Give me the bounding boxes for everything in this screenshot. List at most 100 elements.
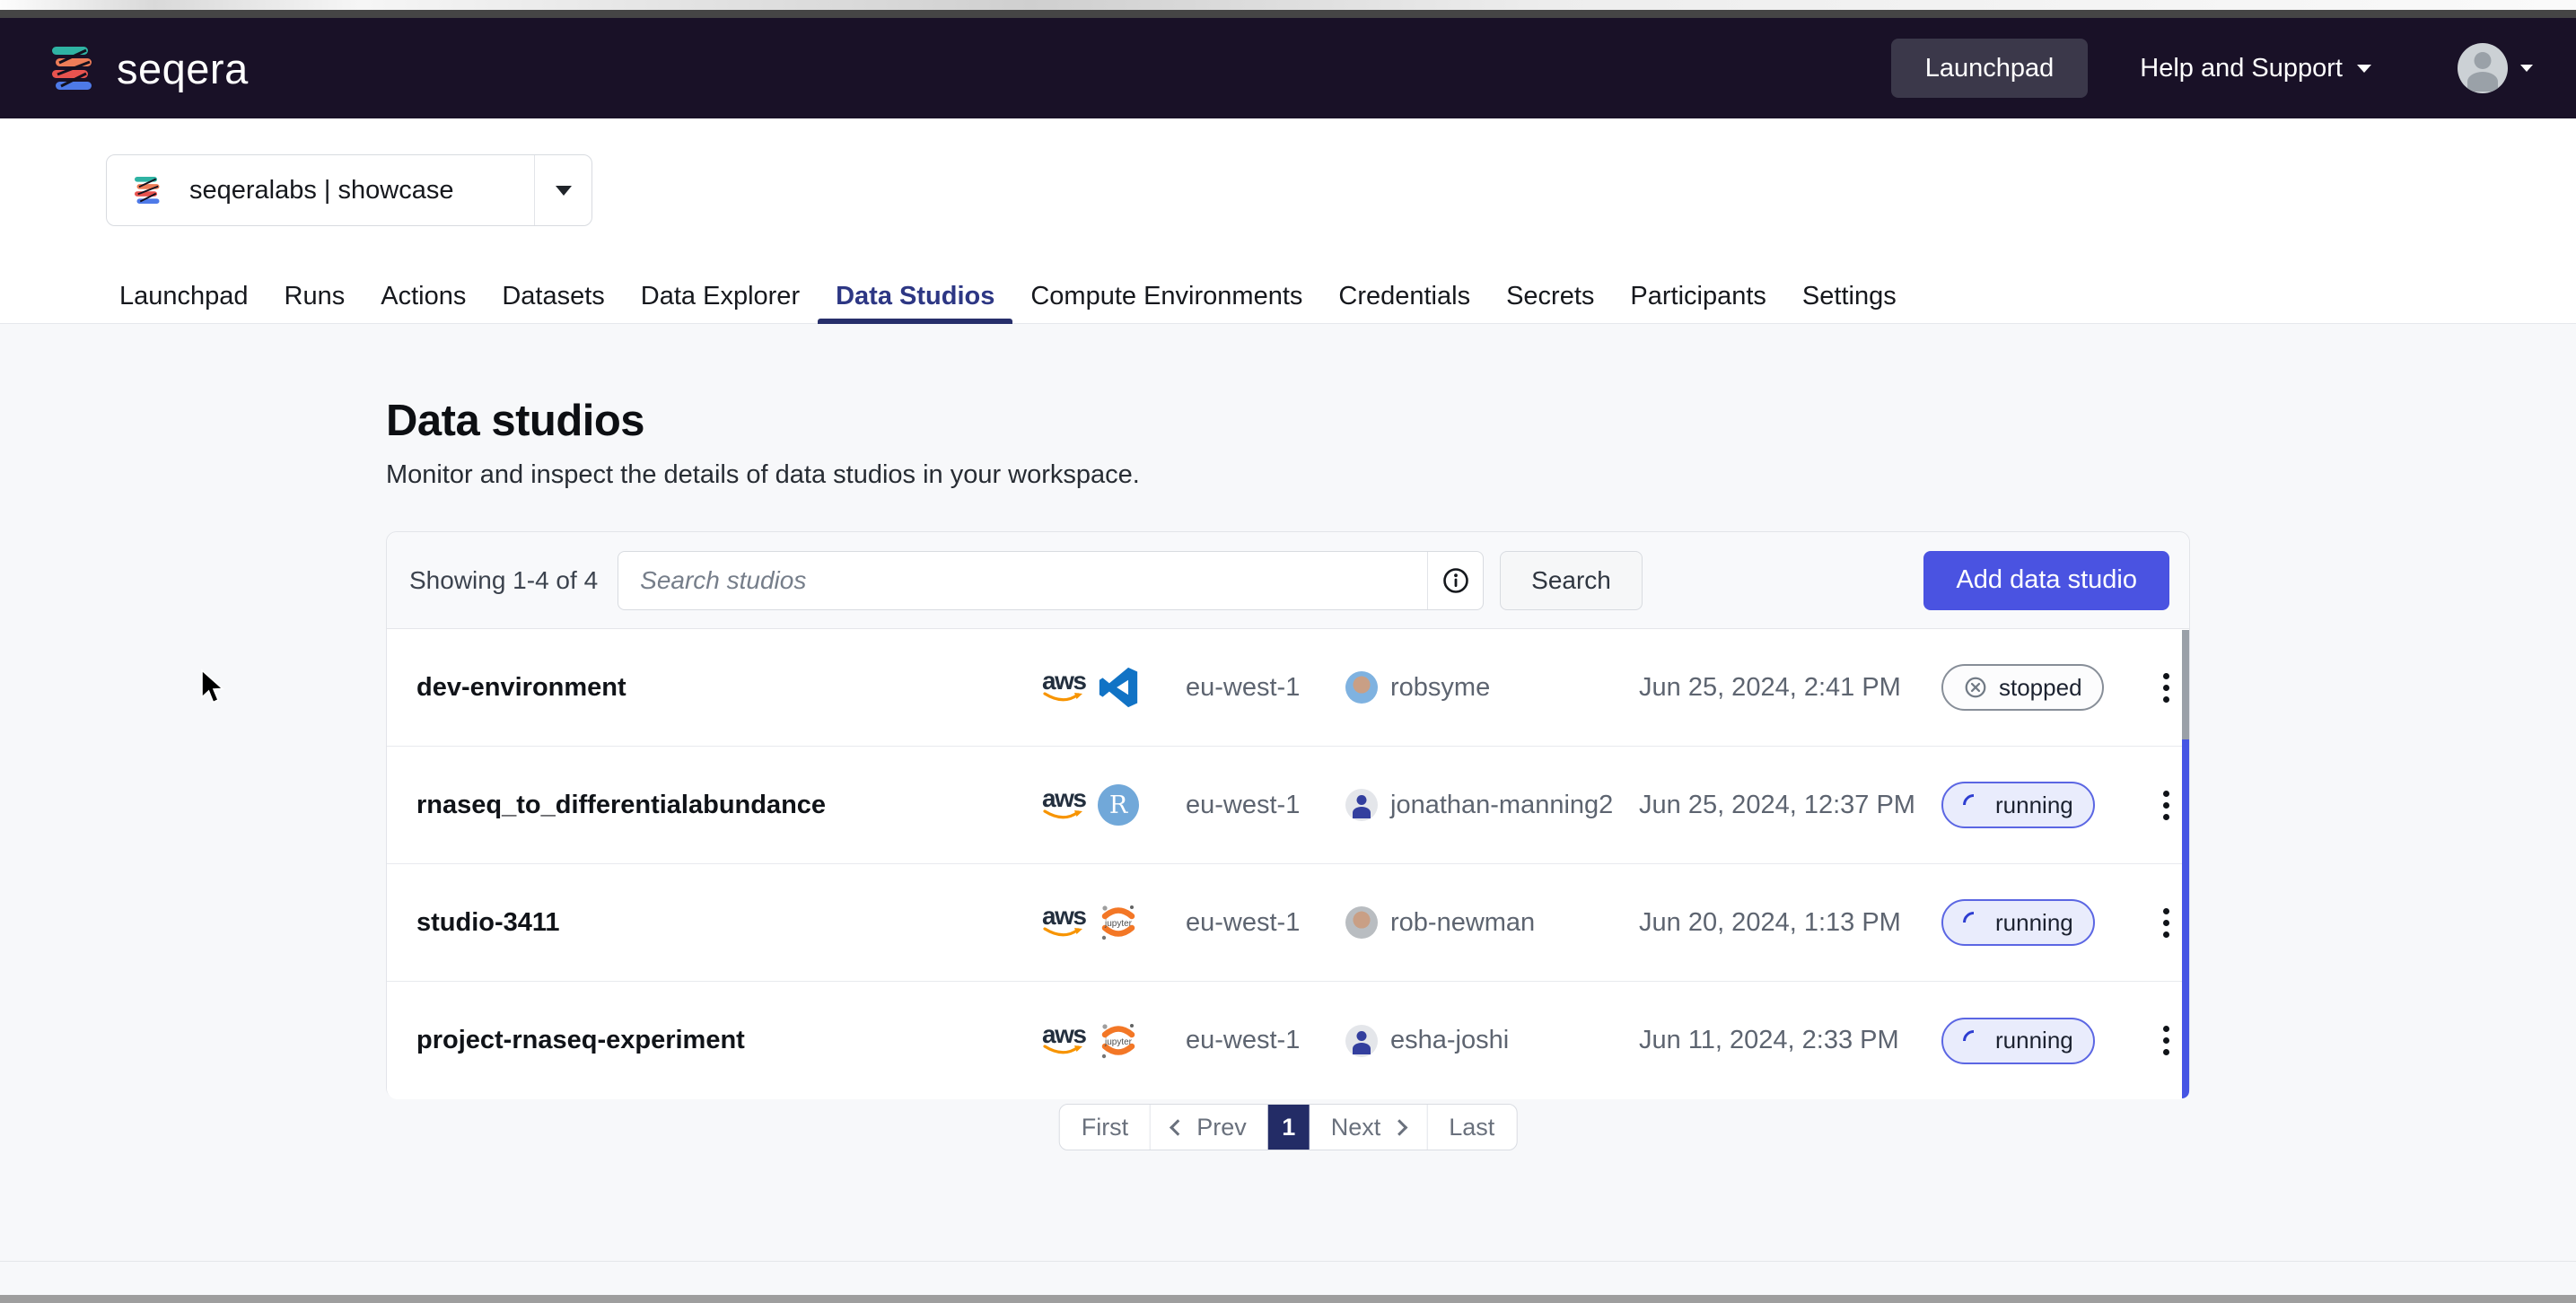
pagination-next[interactable]: Next <box>1310 1105 1427 1150</box>
workspace-logo-icon <box>130 172 166 208</box>
search-button[interactable]: Search <box>1500 551 1643 610</box>
pagination-first[interactable]: First <box>1060 1105 1151 1150</box>
studio-date: Jun 25, 2024, 12:37 PM <box>1639 791 1941 820</box>
tab-runs[interactable]: Runs <box>267 269 364 323</box>
workspace-selector[interactable]: seqeralabs | showcase <box>106 154 592 226</box>
studio-region: eu-west-1 <box>1186 791 1345 820</box>
jupyter-icon: jupyter <box>1098 902 1139 943</box>
pagination-current-page[interactable]: 1 <box>1268 1105 1310 1150</box>
stopped-icon <box>1963 675 1988 700</box>
studio-status: running <box>1941 782 2142 828</box>
studio-row[interactable]: rnaseq_to_differentialabundance aws R eu… <box>387 747 2189 864</box>
spinner-icon <box>1958 907 1989 938</box>
tab-settings[interactable]: Settings <box>1784 269 1914 323</box>
status-badge-stopped: stopped <box>1941 664 2104 711</box>
scrollbar-thumb[interactable] <box>2182 630 2189 739</box>
status-badge-running: running <box>1941 782 2095 828</box>
row-actions-menu[interactable] <box>2154 899 2178 947</box>
pagination: First Prev 1 Next Last <box>1059 1104 1518 1150</box>
help-and-support-menu[interactable]: Help and Support <box>2140 54 2371 83</box>
chevron-down-icon <box>556 186 572 196</box>
studio-status: running <box>1941 899 2142 946</box>
spinner-icon <box>1958 790 1989 820</box>
aws-icon: aws <box>1042 1025 1085 1056</box>
studio-name[interactable]: studio-3411 <box>387 908 1042 938</box>
user-name: rob-newman <box>1390 908 1535 938</box>
showing-count: Showing 1-4 of 4 <box>409 566 598 595</box>
launchpad-button[interactable]: Launchpad <box>1891 39 2089 98</box>
page-title: Data studios <box>386 396 644 446</box>
svg-text:R: R <box>1109 791 1128 819</box>
aws-icon: aws <box>1042 671 1085 703</box>
workspace-tabs: Launchpad Runs Actions Datasets Data Exp… <box>0 269 2576 324</box>
main-content: Data studios Monitor and inspect the det… <box>0 324 2576 1295</box>
tab-participants[interactable]: Participants <box>1612 269 1784 323</box>
row-actions-menu[interactable] <box>2154 1017 2178 1064</box>
studio-region: eu-west-1 <box>1186 673 1345 703</box>
pagination-last[interactable]: Last <box>1426 1105 1516 1150</box>
studios-list: dev-environment aws eu-west-1 robsym <box>387 629 2189 1099</box>
studio-date: Jun 25, 2024, 2:41 PM <box>1639 673 1941 703</box>
window-chrome-strip <box>0 10 2576 18</box>
row-actions-menu[interactable] <box>2154 664 2178 712</box>
compute-env-icons: aws jupyter <box>1042 902 1186 943</box>
pagination-prev[interactable]: Prev <box>1151 1105 1268 1150</box>
search-info[interactable] <box>1427 552 1483 609</box>
compute-env-icons: aws R <box>1042 784 1186 826</box>
studio-region: eu-west-1 <box>1186 908 1345 938</box>
tab-compute-environments[interactable]: Compute Environments <box>1012 269 1320 323</box>
studio-status: stopped <box>1941 664 2142 711</box>
row-actions-menu[interactable] <box>2154 782 2178 829</box>
page-subtitle: Monitor and inspect the details of data … <box>386 460 1140 490</box>
tab-datasets[interactable]: Datasets <box>484 269 622 323</box>
tab-credentials[interactable]: Credentials <box>1320 269 1488 323</box>
studio-user: robsyme <box>1345 671 1639 704</box>
studio-name[interactable]: dev-environment <box>387 673 1042 703</box>
user-menu[interactable] <box>2458 43 2533 93</box>
user-name: esha-joshi <box>1390 1026 1509 1055</box>
studio-date: Jun 20, 2024, 1:13 PM <box>1639 908 1941 938</box>
studio-name[interactable]: rnaseq_to_differentialabundance <box>387 791 1042 820</box>
studio-user: jonathan-manning2 <box>1345 789 1639 821</box>
user-avatar-icon <box>2458 43 2508 93</box>
spinner-icon <box>1958 1026 1989 1056</box>
table-toolbar: Showing 1-4 of 4 Search Add data studio <box>387 532 2189 629</box>
svg-text:jupyter: jupyter <box>1104 1037 1133 1047</box>
jupyter-icon: jupyter <box>1098 1020 1139 1062</box>
chevron-right-icon <box>1391 1119 1407 1135</box>
studio-date: Jun 11, 2024, 2:33 PM <box>1639 1026 1941 1055</box>
tab-actions[interactable]: Actions <box>363 269 484 323</box>
chevron-down-icon <box>2357 65 2371 73</box>
user-avatar-photo <box>1345 671 1378 704</box>
user-avatar-generic-icon <box>1345 789 1378 821</box>
table-scrollbar[interactable] <box>2182 630 2189 1098</box>
seqera-brand[interactable]: seqera <box>45 39 249 97</box>
compute-env-icons: aws jupyter <box>1042 1020 1186 1062</box>
vscode-icon <box>1098 667 1139 708</box>
studio-status: running <box>1941 1018 2142 1064</box>
workspace-dropdown-toggle[interactable] <box>534 155 591 225</box>
user-name: jonathan-manning2 <box>1390 791 1613 820</box>
status-badge-running: running <box>1941 1018 2095 1064</box>
user-name: robsyme <box>1390 673 1490 703</box>
compute-env-icons: aws <box>1042 667 1186 708</box>
studio-row[interactable]: dev-environment aws eu-west-1 robsym <box>387 629 2189 747</box>
user-avatar-photo <box>1345 906 1378 939</box>
workspace-name: seqeralabs | showcase <box>189 176 453 206</box>
search-input[interactable] <box>618 552 1427 609</box>
aws-icon: aws <box>1042 789 1085 820</box>
studio-user: rob-newman <box>1345 906 1639 939</box>
studio-name[interactable]: project-rnaseq-experiment <box>387 1026 1042 1055</box>
tab-data-studios[interactable]: Data Studios <box>818 269 1012 323</box>
top-navbar: seqera Launchpad Help and Support <box>0 18 2576 118</box>
footer-divider <box>0 1261 2576 1262</box>
studio-row[interactable]: studio-3411 aws jupyter eu-w <box>387 864 2189 982</box>
tab-data-explorer[interactable]: Data Explorer <box>623 269 818 323</box>
studio-row[interactable]: project-rnaseq-experiment aws jupyter <box>387 982 2189 1099</box>
studios-table-card: Showing 1-4 of 4 Search Add data studio <box>386 531 2190 1098</box>
tab-launchpad[interactable]: Launchpad <box>101 269 267 323</box>
brand-wordmark: seqera <box>117 44 249 93</box>
tab-secrets[interactable]: Secrets <box>1488 269 1612 323</box>
svg-text:jupyter: jupyter <box>1104 919 1133 929</box>
add-data-studio-button[interactable]: Add data studio <box>1923 551 2169 610</box>
